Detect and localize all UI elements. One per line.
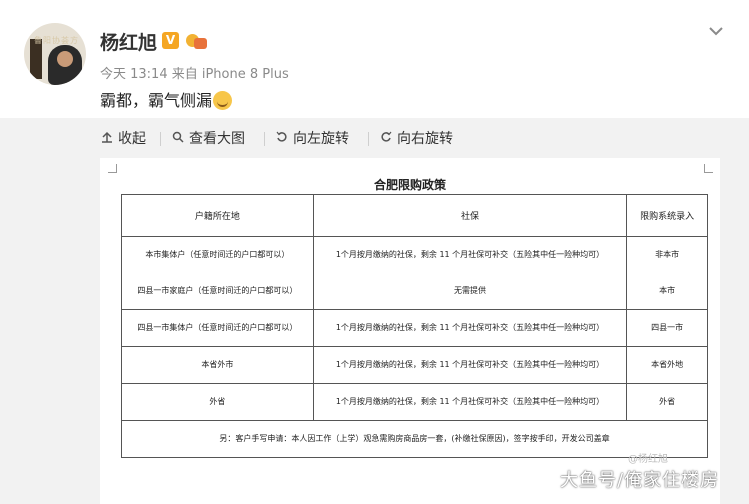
table-cell: 本省外地 — [626, 346, 708, 384]
post-meta: 今天 13:14 来自 iPhone 8 Plus — [100, 67, 289, 82]
page-corner-mark — [108, 164, 117, 173]
table-row: 四县一市集体户（任意时间迁的户口都可以） 1个月按月缴纳的社保，剩余 11 个月… — [121, 309, 708, 347]
rotate-left-icon — [274, 129, 290, 149]
table-cell: 非本市 本市 — [626, 236, 708, 310]
table-cell: 本市集体户（任意时间迁的户口都可以） 四县一市家庭户（任意时间迁的户口都可以） — [121, 236, 314, 310]
table-row: 另：客户手写申请：本人因工作（上学）观急需购房商品房一套，(补缴社保原因)，签字… — [121, 420, 708, 458]
cell-text: 四县一市集体户（任意时间迁的户口都可以） — [137, 323, 298, 332]
cell-text: 本省外地 — [651, 360, 684, 369]
header-social: 社保 — [312, 194, 628, 237]
username[interactable]: 杨红旭 — [100, 28, 157, 55]
cell-text: 本省外市 — [201, 360, 234, 369]
table-row: 本省外市 1个月按月缴纳的社保，剩余 11 个月社保可补交（五险其中任一险种均可… — [121, 346, 708, 384]
note-text: 另：客户手写申请：本人因工作（上学）观急需购房商品房一套，(补缴社保原因)，签字… — [219, 434, 610, 443]
policy-table: 户籍所在地 社保 限购系统录入 本市集体户（任意时间迁的户口都可以） 四县一市家… — [121, 194, 708, 458]
cell-text: 本市 — [659, 286, 676, 295]
cell-text: 四县一市家庭户（任意时间迁的户口都可以） — [137, 286, 298, 295]
verified-v-icon: V — [162, 32, 179, 49]
rotate-right-icon — [378, 129, 394, 149]
view-large-label: 查看大图 — [189, 131, 245, 147]
view-large-button[interactable]: 查看大图 — [170, 129, 245, 149]
table-cell: 四县一市 — [626, 309, 708, 347]
toolbar-divider — [160, 132, 161, 146]
cell-text: 外省 — [659, 397, 676, 406]
document-title: 合肥限购政策 — [373, 178, 446, 192]
cell-text: 无需提供 — [454, 286, 486, 295]
image-toolbar: 收起 查看大图 向左旋转 向右旋转 — [0, 118, 749, 158]
cell-text: 本市集体户（任意时间迁的户口都可以） — [145, 250, 290, 259]
page-corner-mark — [704, 164, 713, 173]
avatar[interactable]: 鲁阳协荟方 — [24, 23, 86, 85]
table-cell: 1个月按月缴纳的社保，剩余 11 个月社保可补交（五险其中任一险种均可） — [312, 346, 628, 384]
table-cell: 四县一市集体户（任意时间迁的户口都可以） — [121, 309, 314, 347]
cell-text: 外省 — [209, 397, 226, 406]
table-cell: 本省外市 — [121, 346, 314, 384]
table-cell: 1个月按月缴纳的社保，剩余 11 个月社保可补交（五险其中任一险种均可） 无需提… — [312, 236, 628, 310]
note-cell: 另：客户手写申请：本人因工作（上学）观急需购房商品房一套，(补缴社保原因)，签字… — [121, 420, 708, 458]
collapse-label: 收起 — [118, 131, 146, 147]
cell-text: 1个月按月缴纳的社保，剩余 11 个月社保可补交（五险其中任一险种均可） — [335, 397, 605, 406]
cell-text: 四县一市 — [651, 323, 684, 332]
table-cell: 1个月按月缴纳的社保，剩余 11 个月社保可补交（五险其中任一险种均可） — [312, 383, 628, 421]
rotate-left-button[interactable]: 向左旋转 — [274, 129, 349, 149]
cell-text: 非本市 — [655, 250, 680, 259]
rotate-right-label: 向右旋转 — [397, 131, 453, 147]
collapse-button[interactable]: 收起 — [99, 129, 146, 149]
rotate-right-button[interactable]: 向右旋转 — [378, 129, 453, 149]
search-icon — [170, 129, 186, 149]
rotate-left-label: 向左旋转 — [293, 131, 349, 147]
table-cell: 1个月按月缴纳的社保，剩余 11 个月社保可补交（五险其中任一险种均可） — [312, 309, 628, 347]
table-row: 本市集体户（任意时间迁的户口都可以） 四县一市家庭户（任意时间迁的户口都可以） … — [121, 236, 708, 310]
toolbar-divider — [368, 132, 369, 146]
post-header: 鲁阳协荟方 杨红旭 V 今天 13:14 来自 iPhone 8 Plus 霸都… — [0, 0, 749, 118]
table-row: 外省 1个月按月缴纳的社保，剩余 11 个月社保可补交（五险其中任一险种均可） … — [121, 383, 708, 421]
watermark-small: @杨红旭 — [628, 454, 668, 465]
watermark: 大鱼号/俺家住楼房 — [560, 470, 720, 491]
chevron-down-icon[interactable] — [706, 22, 726, 42]
post-text-content: 霸都，霸气侧漏 — [100, 91, 213, 110]
header-entry: 限购系统录入 — [626, 194, 708, 237]
avatar-face — [57, 51, 73, 67]
table-header-row: 户籍所在地 社保 限购系统录入 — [121, 194, 708, 237]
header-place: 户籍所在地 — [121, 194, 314, 237]
table-cell: 外省 — [121, 383, 314, 421]
table-cell: 外省 — [626, 383, 708, 421]
toolbar-divider — [264, 132, 265, 146]
collapse-up-icon — [99, 129, 115, 149]
policy-document-image[interactable]: 合肥限购政策 户籍所在地 社保 限购系统录入 本市集体户（任意时间迁的户口都可以… — [100, 158, 720, 504]
cell-text: 1个月按月缴纳的社保，剩余 11 个月社保可补交（五险其中任一险种均可） — [335, 323, 605, 332]
cell-text: 1个月按月缴纳的社保，剩余 11 个月社保可补交（五险其中任一险种均可） — [335, 250, 605, 259]
medal-icon[interactable] — [186, 31, 208, 50]
laughing-tears-emoji-icon — [213, 91, 233, 110]
post-text: 霸都，霸气侧漏 — [100, 87, 233, 111]
cell-text: 1个月按月缴纳的社保，剩余 11 个月社保可补交（五险其中任一险种均可） — [335, 360, 605, 369]
